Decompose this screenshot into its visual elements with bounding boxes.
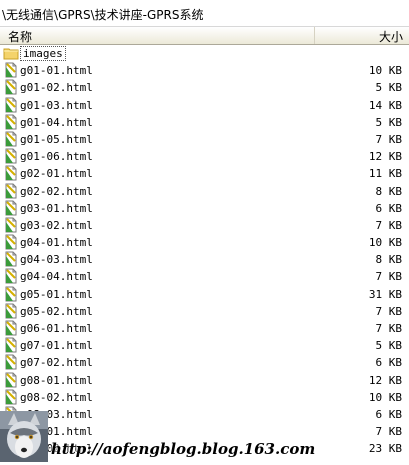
- file-size: 8 KB: [375, 184, 403, 198]
- html-file-icon: [3, 389, 19, 405]
- html-file-icon: [3, 131, 19, 147]
- file-size: 6 KB: [375, 201, 403, 215]
- file-row[interactable]: g01-03.html 14 KB: [0, 97, 409, 114]
- file-size: 14 KB: [368, 98, 402, 112]
- file-name: g08-01.html: [20, 373, 93, 387]
- file-row[interactable]: g03-02.html 7 KB: [0, 217, 409, 234]
- file-name: g02-01.html: [20, 167, 93, 181]
- file-size: 10 KB: [368, 64, 402, 78]
- html-file-icon: [3, 217, 19, 233]
- file-row[interactable]: g05-02.html 7 KB: [0, 303, 409, 320]
- file-size: 10 KB: [368, 390, 402, 404]
- column-header: 名称 大小: [0, 27, 409, 45]
- column-header-name-label: 名称: [8, 30, 33, 44]
- file-name: g01-06.html: [20, 150, 93, 164]
- file-size: 7 KB: [375, 425, 403, 439]
- file-row[interactable]: g08-01.html 12 KB: [0, 372, 409, 389]
- html-file-icon: [3, 372, 19, 388]
- file-size: 7 KB: [375, 132, 403, 146]
- file-name: g05-01.html: [20, 287, 93, 301]
- html-file-icon: [3, 354, 19, 370]
- file-size: 10 KB: [368, 236, 402, 250]
- file-row[interactable]: g06-01.html 7 KB: [0, 320, 409, 337]
- file-name: g03-01.html: [20, 201, 93, 215]
- address-bar[interactable]: \无线通信\GPRS\技术讲座-GPRS系统: [0, 0, 409, 27]
- html-file-icon: [3, 114, 19, 130]
- file-row[interactable]: g09-01.html 7 KB: [0, 423, 409, 440]
- file-row[interactable]: g05-01.html 31 KB: [0, 286, 409, 303]
- file-row[interactable]: g03-01.html 6 KB: [0, 200, 409, 217]
- file-name: g01-04.html: [20, 115, 93, 129]
- html-file-icon: [3, 234, 19, 250]
- file-size: 7 KB: [375, 304, 403, 318]
- file-row[interactable]: g02-01.html 11 KB: [0, 165, 409, 182]
- file-name: g01-01.html: [20, 64, 93, 78]
- html-file-icon: [3, 251, 19, 267]
- column-header-size[interactable]: 大小: [315, 27, 409, 44]
- file-size: 5 KB: [375, 115, 403, 129]
- html-file-icon: [3, 268, 19, 284]
- file-size: 7 KB: [375, 322, 403, 335]
- file-size: 5 KB: [375, 81, 403, 95]
- file-name: g04-01.html: [20, 236, 93, 250]
- file-row[interactable]: g01-02.html 5 KB: [0, 79, 409, 96]
- column-header-size-label: 大小: [378, 30, 403, 44]
- file-list: images g01-01.html 10 KB g01-02.html 5 KB g0…: [0, 45, 409, 458]
- file-size: 5 KB: [375, 339, 403, 353]
- file-row[interactable]: g07-01.html 5 KB: [0, 337, 409, 354]
- address-path: \无线通信\GPRS\技术讲座-GPRS系统: [2, 8, 204, 22]
- file-size: 8 KB: [375, 253, 403, 267]
- file-name: g07-02.html: [20, 356, 93, 370]
- file-size: 7 KB: [375, 218, 403, 232]
- file-size: 6 KB: [375, 356, 403, 370]
- folder-name: images: [20, 46, 66, 61]
- file-row[interactable]: g04-01.html 10 KB: [0, 234, 409, 251]
- html-file-icon: [3, 303, 19, 319]
- html-file-icon: [3, 286, 19, 302]
- file-name: g01-03.html: [20, 98, 93, 112]
- watermark-text: http://aofengblog.blog.163.com: [51, 440, 316, 458]
- file-row[interactable]: g04-03.html 8 KB: [0, 251, 409, 268]
- file-size: 11 KB: [368, 167, 402, 181]
- file-name: g08-02.html: [20, 390, 93, 404]
- file-name: g04-03.html: [20, 253, 93, 267]
- file-size: 31 KB: [368, 287, 402, 301]
- file-row[interactable]: g04-04.html 7 KB: [0, 268, 409, 285]
- column-header-name[interactable]: 名称: [0, 27, 315, 44]
- html-file-icon: [3, 200, 19, 216]
- html-file-icon: [3, 97, 19, 113]
- file-row[interactable]: g08-02.html 10 KB: [0, 389, 409, 406]
- file-size: 6 KB: [375, 407, 403, 421]
- html-file-icon: [3, 79, 19, 95]
- file-row[interactable]: g01-05.html 7 KB: [0, 131, 409, 148]
- file-size: 23 KB: [368, 442, 402, 456]
- html-file-icon: [3, 165, 19, 181]
- folder-icon: [3, 45, 19, 61]
- wolf-avatar-image: [0, 411, 48, 462]
- html-file-icon: [3, 337, 19, 353]
- html-file-icon: [3, 320, 19, 336]
- file-name: g01-05.html: [20, 132, 93, 146]
- file-row[interactable]: g01-01.html 10 KB: [0, 62, 409, 79]
- file-size: 12 KB: [368, 150, 402, 164]
- file-row[interactable]: g01-06.html 12 KB: [0, 148, 409, 165]
- file-size: 7 KB: [375, 270, 403, 284]
- file-name: g04-04.html: [20, 270, 93, 284]
- file-row[interactable]: g07-02.html 6 KB: [0, 354, 409, 371]
- file-name: g02-02.html: [20, 184, 93, 198]
- html-file-icon: [3, 148, 19, 164]
- file-row[interactable]: g01-04.html 5 KB: [0, 114, 409, 131]
- file-name: g07-01.html: [20, 339, 93, 353]
- file-size: 12 KB: [368, 373, 402, 387]
- file-name: g05-02.html: [20, 304, 93, 318]
- html-file-icon: [3, 62, 19, 78]
- file-row[interactable]: g02-02.html 8 KB: [0, 183, 409, 200]
- file-row[interactable]: g08-03.html 6 KB: [0, 406, 409, 423]
- file-name: g03-02.html: [20, 218, 93, 232]
- file-name: g01-02.html: [20, 81, 93, 95]
- html-file-icon: [3, 183, 19, 199]
- file-name: g06-01.html: [20, 322, 93, 335]
- folder-row[interactable]: images: [0, 45, 409, 62]
